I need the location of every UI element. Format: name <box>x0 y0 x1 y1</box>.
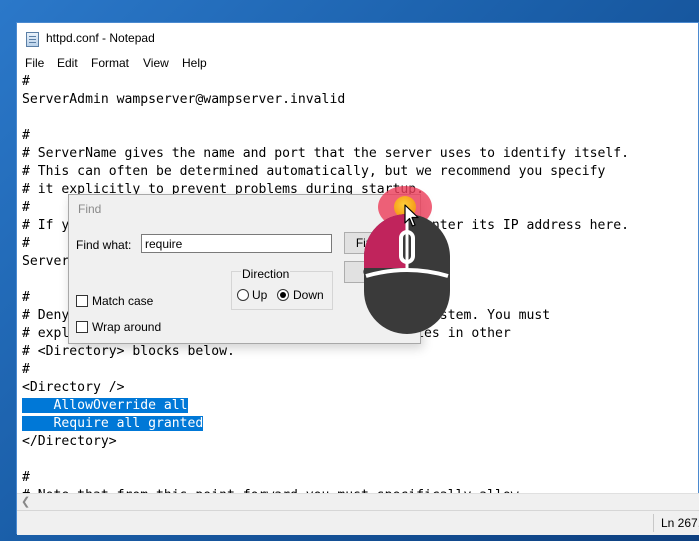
cursor-position: Ln 267, <box>661 516 699 530</box>
line-text: # <box>22 236 30 251</box>
wrap-around-checkbox[interactable] <box>76 321 88 333</box>
line-text: # <box>22 200 30 215</box>
line-text: # <box>22 128 30 143</box>
direction-down-radio[interactable] <box>277 289 289 301</box>
editor-line[interactable]: ServerAdmin wampserver@wampserver.invali… <box>17 91 699 109</box>
find-dialog-title[interactable]: Find <box>78 202 101 216</box>
menu-file[interactable]: File <box>25 56 44 70</box>
horizontal-scrollbar[interactable]: ❮ <box>17 493 699 510</box>
editor-line[interactable]: </Directory> <box>17 433 699 451</box>
wrap-around-label[interactable]: Wrap around <box>92 320 161 334</box>
menu-help[interactable]: Help <box>182 56 207 70</box>
line-text: # <box>22 74 30 89</box>
editor-line[interactable] <box>17 451 699 469</box>
editor-line[interactable]: # <box>17 361 699 379</box>
editor-line[interactable]: # <Directory> blocks below. <box>17 343 699 361</box>
menu-bar: File Edit Format View Help <box>17 53 698 73</box>
notepad-icon <box>26 32 39 47</box>
line-text: # <Directory> blocks below. <box>22 344 235 359</box>
scroll-left-arrow-icon[interactable]: ❮ <box>21 495 30 508</box>
menu-format[interactable]: Format <box>91 56 129 70</box>
editor-line[interactable] <box>17 109 699 127</box>
arrow-cursor-icon <box>404 204 419 227</box>
line-text: ServerAdmin wampserver@wampserver.invali… <box>22 92 346 107</box>
menu-edit[interactable]: Edit <box>57 56 78 70</box>
selected-text: AllowOverride all <box>22 398 188 413</box>
line-text: # <box>22 362 30 377</box>
selected-text: Require all granted <box>22 416 204 431</box>
line-text: # ServerName gives the name and port tha… <box>22 146 629 161</box>
editor-line[interactable]: # <box>17 73 699 91</box>
line-text: # <box>22 290 30 305</box>
editor-line[interactable]: # ServerName gives the name and port tha… <box>17 145 699 163</box>
status-divider <box>653 514 654 532</box>
line-text: # <box>22 470 30 485</box>
direction-group: Direction Up Down <box>231 267 333 310</box>
status-bar: Ln 267, <box>17 510 699 535</box>
direction-up-radio[interactable] <box>237 289 249 301</box>
editor-line[interactable]: Require all granted <box>17 415 699 433</box>
find-what-label: Find what: <box>76 238 132 252</box>
editor-line[interactable]: # <box>17 127 699 145</box>
title-bar[interactable]: httpd.conf - Notepad <box>17 23 698 53</box>
editor-line[interactable]: AllowOverride all <box>17 397 699 415</box>
mouse-left-click-icon <box>364 214 450 334</box>
editor-line[interactable]: # This can often be determined automatic… <box>17 163 699 181</box>
find-what-input[interactable] <box>141 234 332 253</box>
direction-down-label[interactable]: Down <box>293 288 324 302</box>
editor-line[interactable]: <Directory /> <box>17 379 699 397</box>
menu-view[interactable]: View <box>143 56 169 70</box>
editor-line[interactable]: # <box>17 469 699 487</box>
direction-up-label[interactable]: Up <box>252 288 267 302</box>
window-title: httpd.conf - Notepad <box>46 31 155 45</box>
line-text: # This can often be determined automatic… <box>22 164 606 179</box>
match-case-label[interactable]: Match case <box>92 294 153 308</box>
direction-label: Direction <box>241 267 291 281</box>
line-text: </Directory> <box>22 434 117 449</box>
match-case-checkbox[interactable] <box>76 295 88 307</box>
line-text: <Directory /> <box>22 380 125 395</box>
